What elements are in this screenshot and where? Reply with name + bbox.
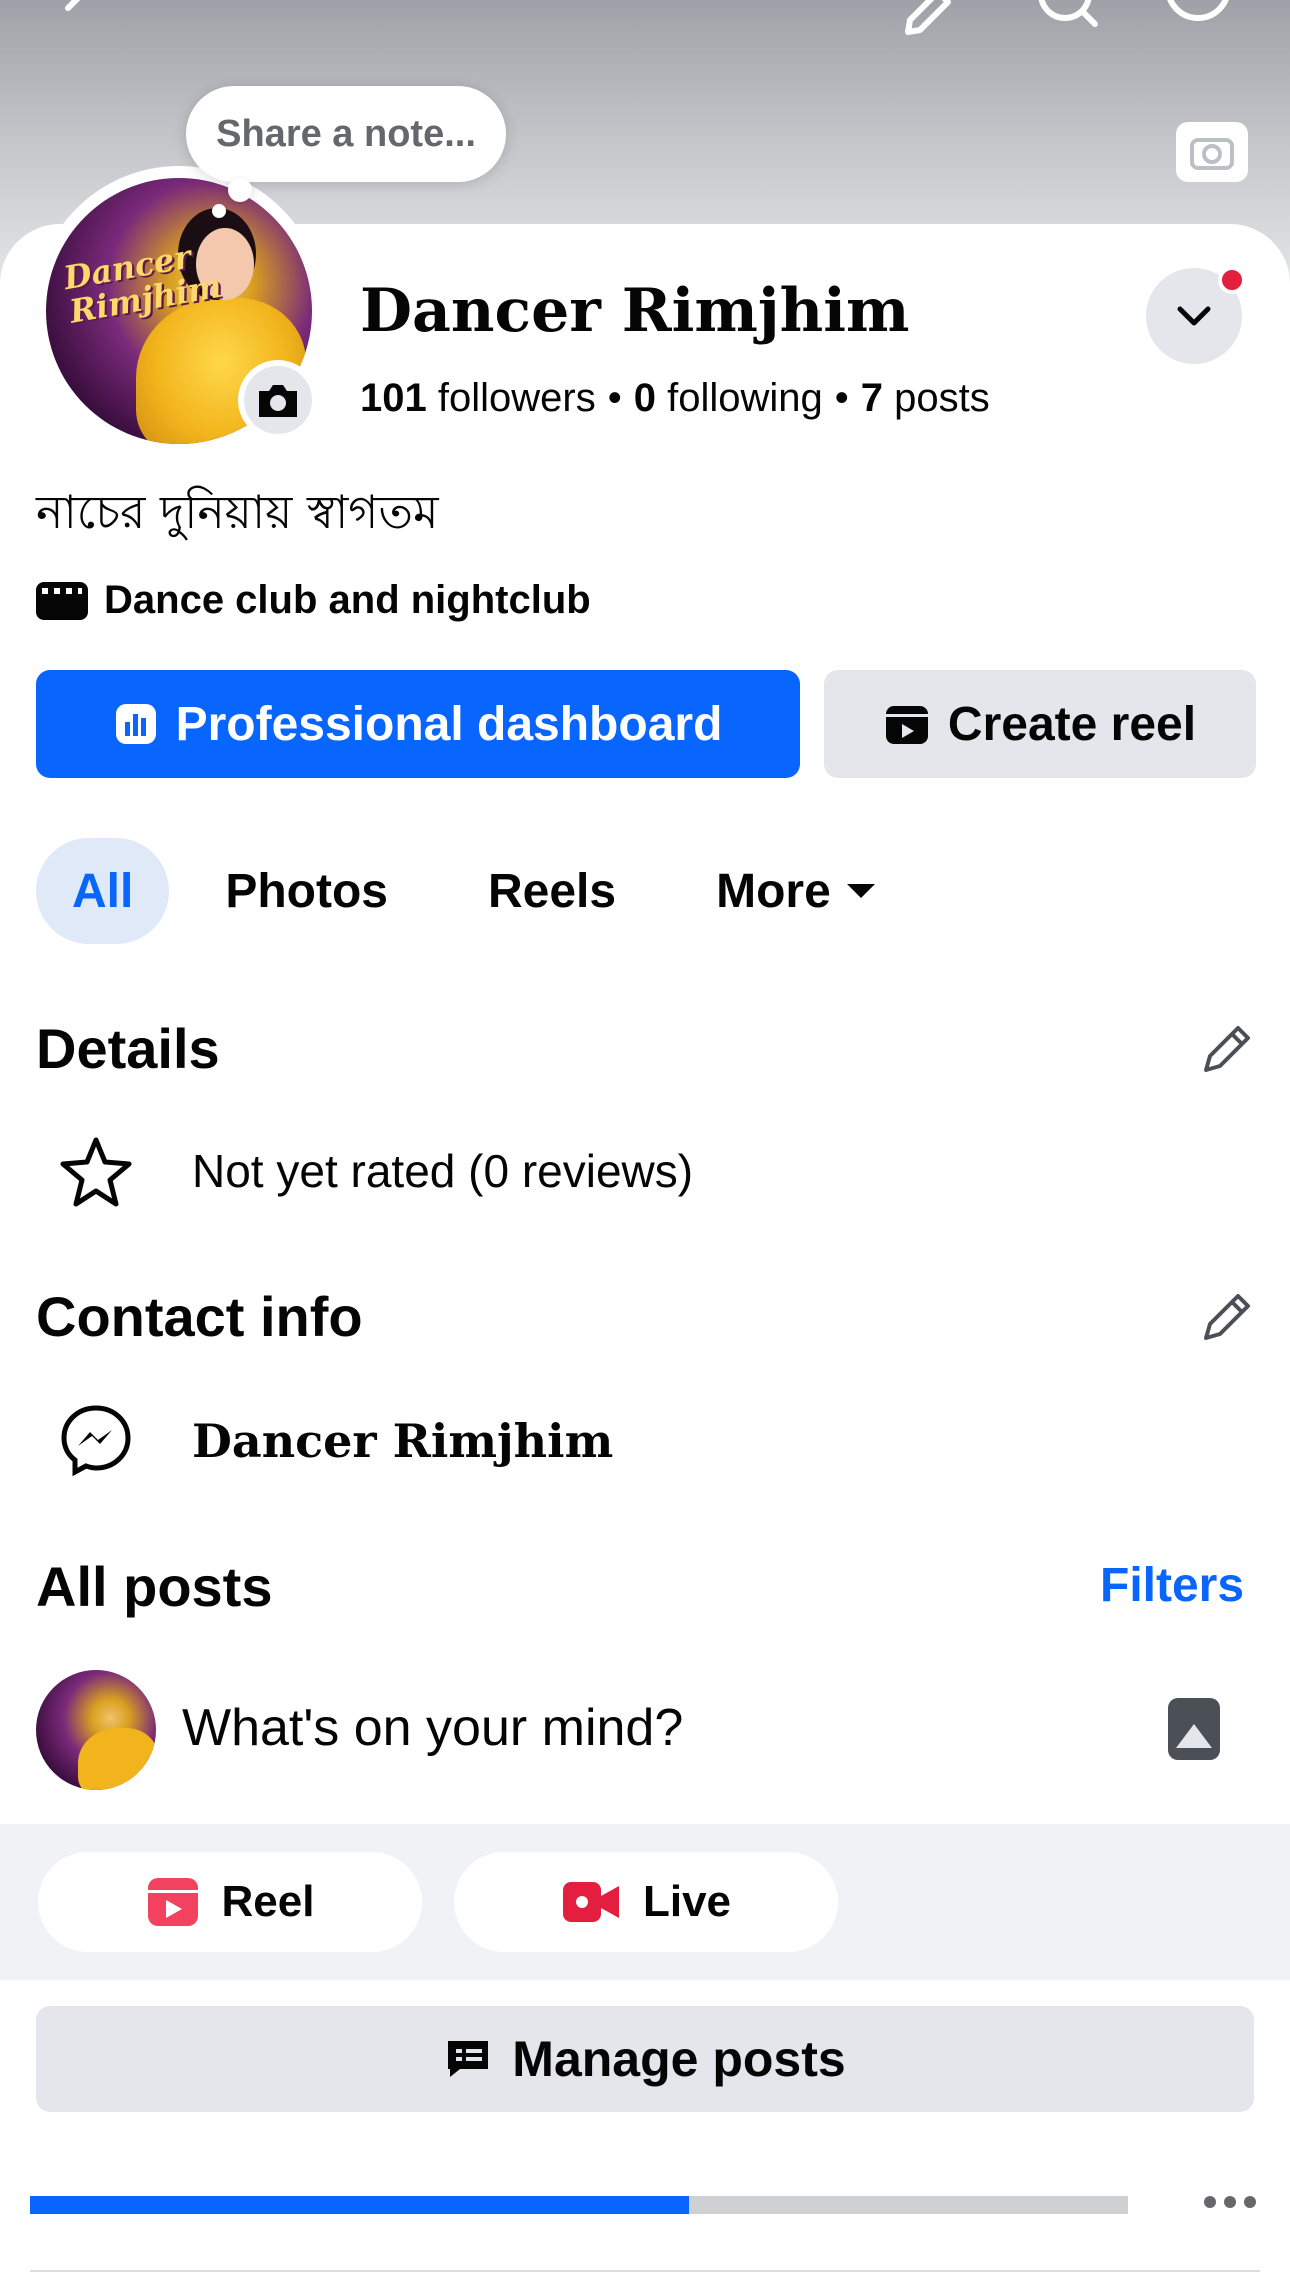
reel-icon-red — [147, 1878, 198, 1926]
composer-avatar[interactable] — [36, 1670, 156, 1790]
contact-info-title: Contact info — [36, 1285, 363, 1348]
edit-contact-pencil-icon[interactable] — [1196, 1288, 1256, 1348]
live-label: Live — [642, 1877, 732, 1926]
search-icon[interactable] — [1030, 0, 1106, 36]
note-bubble-tail-small — [212, 204, 226, 218]
reel-label: Reel — [221, 1877, 315, 1926]
upload-progress-bar — [30, 2196, 1128, 2214]
composer-input[interactable]: What's on your mind? — [182, 1698, 683, 1758]
all-posts-title: All posts — [36, 1555, 273, 1618]
professional-dashboard-button[interactable]: Professional dashboard — [36, 670, 800, 778]
clapperboard-icon — [36, 581, 88, 620]
live-video-icon — [562, 1882, 619, 1922]
manage-posts-button[interactable]: Manage posts — [36, 2006, 1254, 2112]
tab-photos[interactable]: Photos — [189, 838, 424, 944]
details-title: Details — [36, 1017, 220, 1080]
category-label: Dance club and nightclub — [104, 578, 591, 622]
note-bubble-tail — [228, 178, 252, 202]
category-row: Dance club and nightclub — [36, 578, 591, 623]
messenger-name[interactable]: Dancer Rimjhim — [192, 1414, 613, 1468]
followers-label[interactable]: followers — [438, 376, 596, 420]
notification-dot — [1218, 266, 1246, 294]
page-name: Dancer Rimjhim — [360, 276, 910, 346]
profile-camera-icon[interactable] — [238, 360, 318, 440]
photo-icon[interactable] — [1168, 1698, 1220, 1760]
tab-more-label: More — [716, 864, 831, 918]
following-label[interactable]: following — [667, 376, 823, 420]
chevron-down-icon — [1177, 306, 1211, 326]
live-button[interactable]: Live — [454, 1852, 838, 1952]
dashboard-icon — [115, 704, 156, 744]
tab-reels[interactable]: Reels — [452, 838, 652, 944]
filters-link[interactable]: Filters — [1100, 1558, 1244, 1613]
following-count[interactable]: 0 — [634, 376, 656, 420]
reel-button[interactable]: Reel — [38, 1852, 422, 1952]
posts-count: 7 — [860, 376, 884, 420]
caret-down-icon — [846, 884, 875, 898]
more-dots-icon[interactable] — [1204, 2196, 1256, 2208]
more-options-icon[interactable] — [1160, 0, 1236, 36]
upload-progress-fill — [30, 2196, 689, 2214]
back-icon[interactable] — [40, 0, 116, 36]
divider — [30, 2270, 1260, 2272]
rating-text: Not yet rated (0 reviews) — [192, 1145, 694, 1197]
bio-text: নাচের দুনিয়ায় স্বাগতম — [36, 485, 439, 539]
profile-stats: 101 followers • 0 following • 7 posts — [360, 376, 990, 420]
star-icon — [58, 1134, 134, 1210]
reel-icon — [885, 706, 928, 744]
professional-dashboard-label: Professional dashboard — [175, 697, 723, 751]
create-reel-button[interactable]: Create reel — [824, 670, 1256, 778]
manage-posts-label: Manage posts — [512, 2031, 846, 2087]
posts-label: posts — [894, 376, 990, 420]
followers-count[interactable]: 101 — [360, 376, 427, 420]
create-reel-label: Create reel — [947, 697, 1197, 751]
tab-more[interactable]: More — [680, 838, 911, 944]
manage-posts-icon — [448, 2041, 489, 2077]
messenger-icon — [58, 1402, 134, 1478]
edit-details-pencil-icon[interactable] — [1196, 1020, 1256, 1080]
edit-icon[interactable] — [890, 0, 966, 36]
edit-cover-camera-icon[interactable] — [1176, 122, 1248, 182]
share-note-bubble[interactable]: Share a note... — [186, 86, 506, 182]
tab-all[interactable]: All — [36, 838, 170, 944]
profile-tabs: All Photos Reels More — [36, 838, 939, 944]
